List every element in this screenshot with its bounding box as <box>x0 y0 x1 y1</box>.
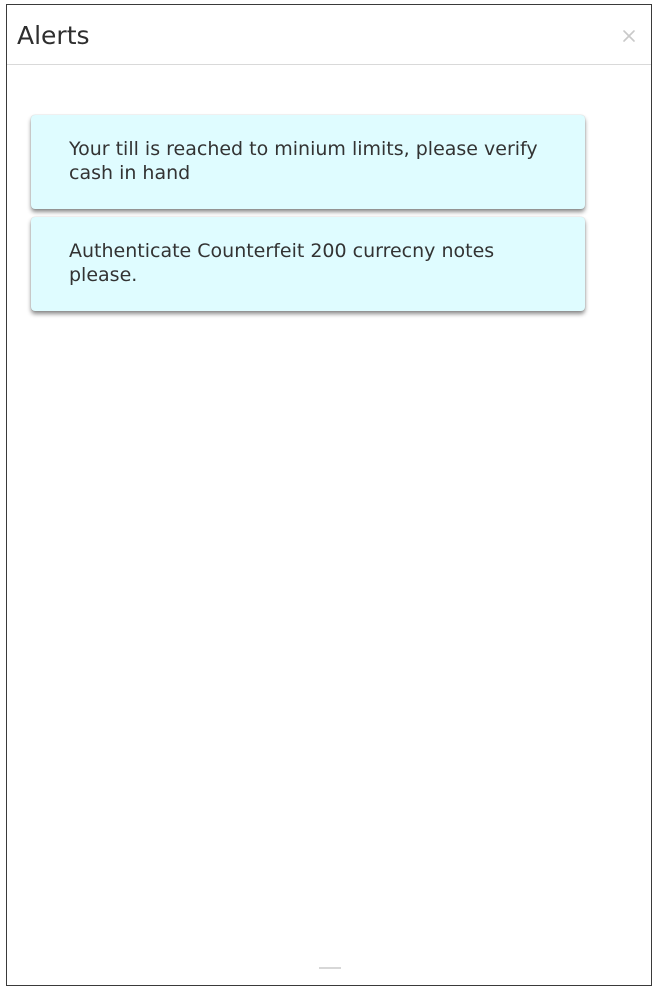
alert-message: Authenticate Counterfeit 200 currecny no… <box>69 240 495 286</box>
alert-item[interactable]: Authenticate Counterfeit 200 currecny no… <box>31 217 585 311</box>
panel-title: Alerts <box>17 21 90 50</box>
close-icon <box>622 28 636 47</box>
alerts-panel: Alerts Your till is reached to minium li… <box>6 4 652 986</box>
alert-item[interactable]: Your till is reached to minium limits, p… <box>31 115 585 209</box>
close-button[interactable] <box>619 27 639 47</box>
alert-message: Your till is reached to minium limits, p… <box>69 138 538 184</box>
alerts-list: Your till is reached to minium limits, p… <box>31 115 585 319</box>
panel-header: Alerts <box>7 5 651 65</box>
resize-handle[interactable] <box>319 967 341 969</box>
